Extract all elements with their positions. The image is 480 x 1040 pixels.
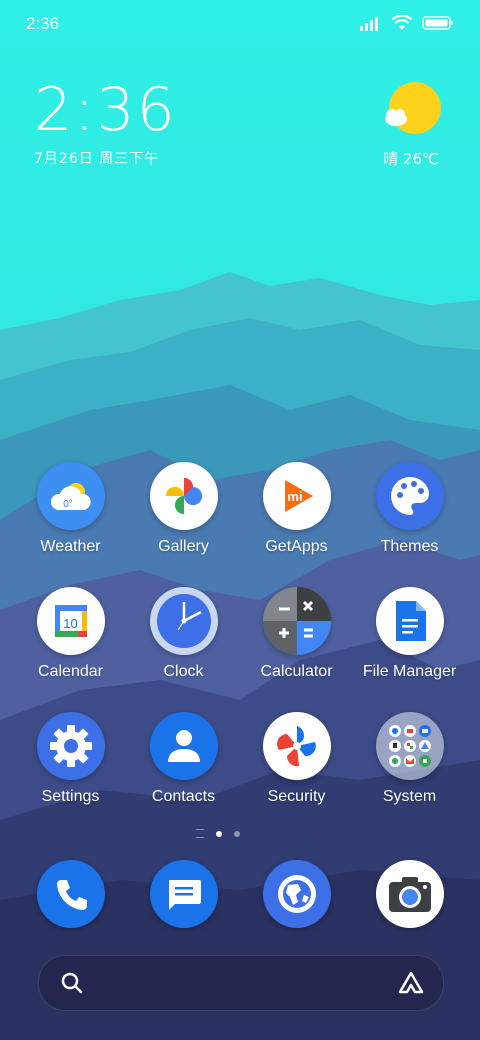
weather-icon-temp: 0° xyxy=(63,499,73,510)
phone-icon xyxy=(57,880,87,910)
app-gallery[interactable]: Gallery xyxy=(127,462,240,556)
security-pinwheel-icon xyxy=(262,712,331,780)
clock-icon xyxy=(149,587,218,655)
pinwheel-icon xyxy=(149,462,218,530)
dock-messages[interactable] xyxy=(150,860,218,928)
clock-date: 7月26日 周三下午 xyxy=(34,151,160,167)
app-label: Calendar xyxy=(38,663,103,680)
message-icon xyxy=(169,880,201,910)
app-label: File Manager xyxy=(362,663,457,680)
palette-icon xyxy=(375,462,444,530)
folder-icon xyxy=(375,712,444,780)
app-system-folder[interactable]: System xyxy=(353,712,466,806)
clock-time: 2:36 xyxy=(34,75,177,145)
app-label: Security xyxy=(267,788,326,805)
weather-text: 晴 26℃ xyxy=(383,150,439,168)
app-label: Weather xyxy=(40,538,101,555)
status-bar: 2:36 xyxy=(0,0,480,50)
assistant-icon[interactable] xyxy=(397,970,425,996)
status-icons xyxy=(360,15,454,31)
app-clock[interactable]: Clock xyxy=(127,587,240,681)
calculator-icon xyxy=(262,587,331,655)
dock-phone[interactable] xyxy=(37,860,105,928)
calendar-icon-day: 10 xyxy=(63,616,77,631)
app-file-manager[interactable]: File Manager xyxy=(353,587,466,681)
app-contacts[interactable]: Contacts xyxy=(127,712,240,806)
app-label: GetApps xyxy=(265,538,328,555)
wifi-icon xyxy=(392,15,412,30)
clock-widget[interactable]: 2:36 7月26日 周三下午 xyxy=(34,78,177,168)
app-drawer-indicator-icon xyxy=(196,829,204,838)
app-label: Themes xyxy=(380,538,439,555)
app-getapps[interactable]: mi GetApps xyxy=(240,462,353,556)
app-themes[interactable]: Themes xyxy=(353,462,466,556)
app-calculator[interactable]: Calculator xyxy=(240,587,353,681)
calendar-icon: 10 xyxy=(36,587,105,655)
app-weather[interactable]: 0° Weather xyxy=(14,462,127,556)
battery-icon xyxy=(422,16,453,30)
page-indicator[interactable] xyxy=(196,829,240,838)
app-label: Contacts xyxy=(151,788,216,805)
app-label: System xyxy=(382,788,437,805)
svg-text:mi: mi xyxy=(287,489,302,504)
search-bar[interactable] xyxy=(38,955,444,1011)
page-dot xyxy=(234,830,240,837)
app-label: Clock xyxy=(163,663,204,680)
sunny-weather-icon xyxy=(385,82,441,134)
app-calendar[interactable]: 10 Calendar xyxy=(14,587,127,681)
status-time: 2:36 xyxy=(26,14,60,33)
document-icon xyxy=(375,587,444,655)
gear-icon xyxy=(36,712,105,780)
app-label: Gallery xyxy=(158,538,209,555)
globe-icon xyxy=(278,875,316,913)
page-dot-active xyxy=(216,830,222,837)
weather-app-icon: 0° xyxy=(36,462,105,530)
person-icon xyxy=(149,712,218,780)
weather-widget[interactable]: 晴 26℃ xyxy=(376,82,446,169)
app-label: Calculator xyxy=(260,663,333,680)
app-settings[interactable]: Settings xyxy=(14,712,127,806)
getapps-play-icon: mi xyxy=(262,462,331,530)
dock-camera[interactable] xyxy=(376,860,444,928)
app-label: Settings xyxy=(41,788,100,805)
camera-icon xyxy=(389,877,431,912)
signal-icon xyxy=(360,17,378,31)
app-security[interactable]: Security xyxy=(240,712,353,806)
dock-browser[interactable] xyxy=(263,860,331,928)
search-icon xyxy=(61,972,83,994)
